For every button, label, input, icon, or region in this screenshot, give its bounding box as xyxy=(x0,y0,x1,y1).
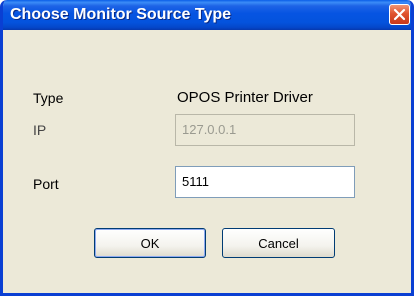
dialog-title: Choose Monitor Source Type xyxy=(10,6,232,23)
ip-input: 127.0.0.1 xyxy=(175,114,355,146)
type-label: Type xyxy=(33,90,64,106)
title-bar[interactable]: Choose Monitor Source Type xyxy=(3,0,411,30)
port-label: Port xyxy=(33,176,59,192)
cancel-button[interactable]: Cancel xyxy=(222,228,335,258)
ok-button[interactable]: OK xyxy=(94,228,206,258)
type-value: OPOS Printer Driver xyxy=(177,89,313,106)
ip-label: IP xyxy=(33,122,47,138)
close-button[interactable] xyxy=(389,4,410,25)
close-icon xyxy=(393,8,406,21)
dialog-window: Choose Monitor Source Type Type OPOS Pri… xyxy=(0,0,414,296)
port-input[interactable]: 5111 xyxy=(175,166,355,198)
